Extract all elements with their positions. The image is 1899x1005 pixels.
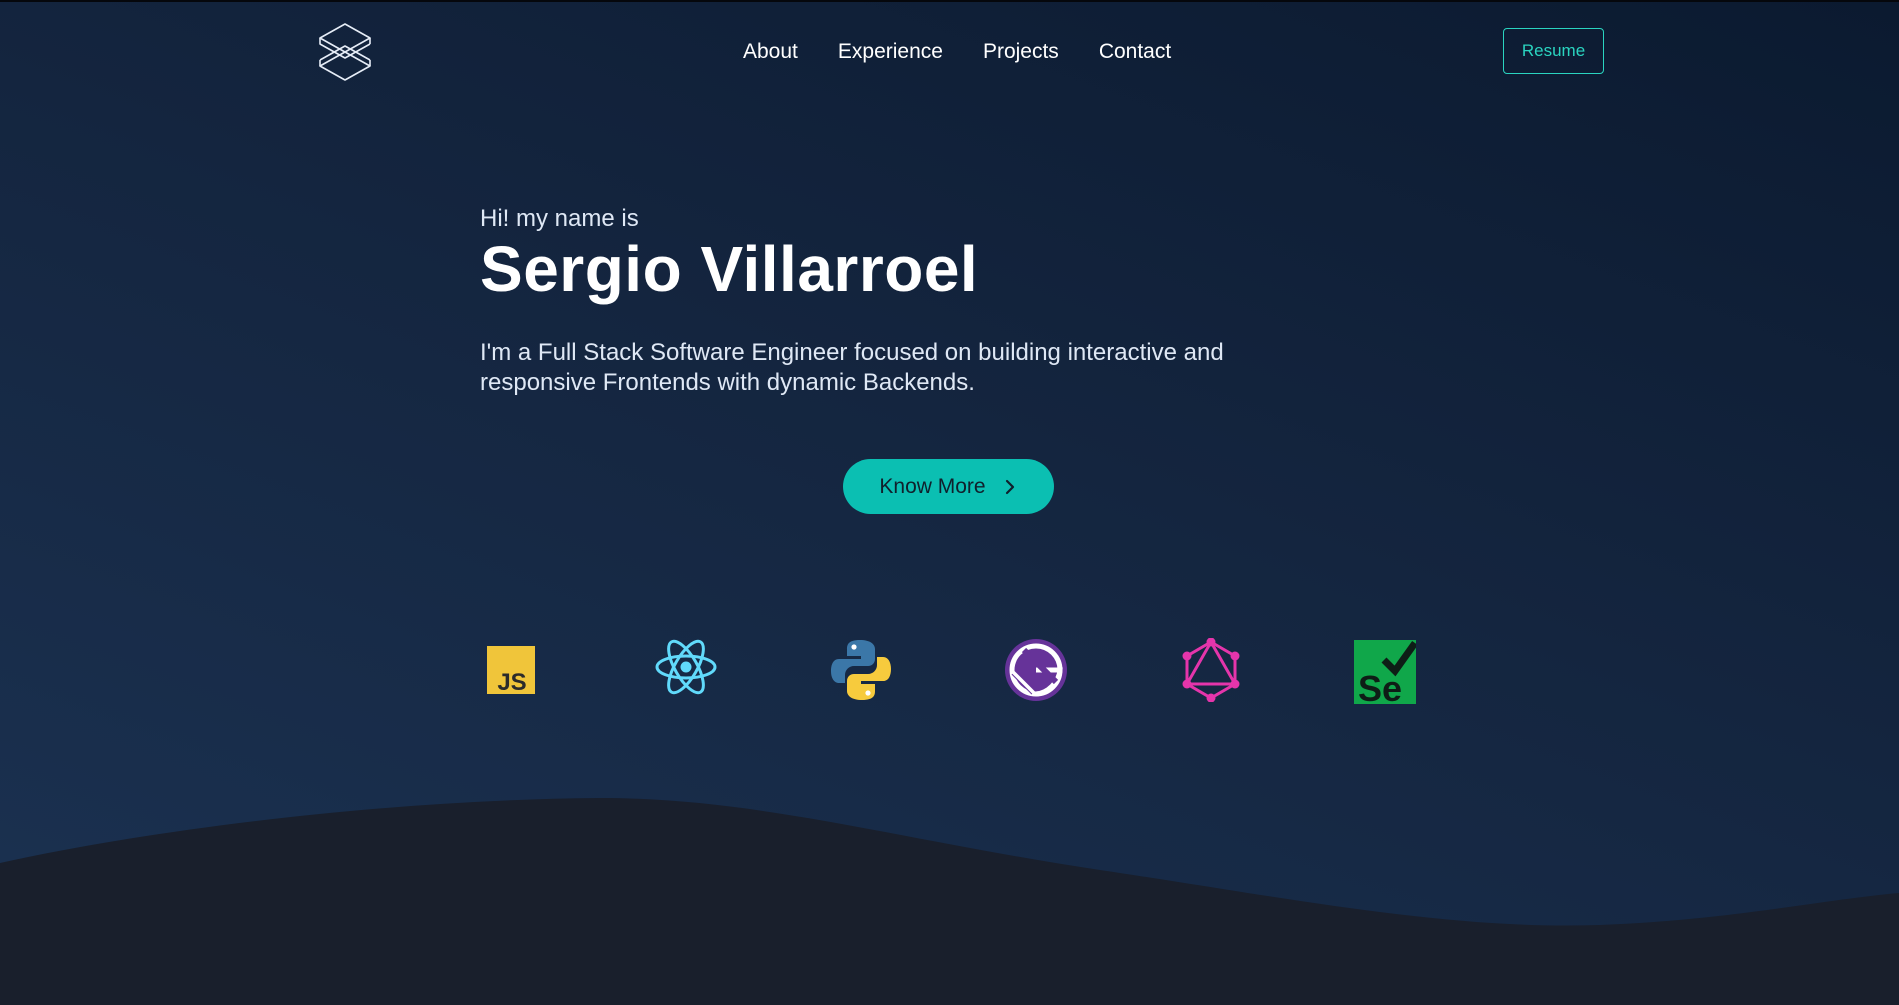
know-more-button[interactable]: Know More [843,459,1054,514]
hero-name: Sergio Villarroel [480,233,979,305]
top-border [0,0,1899,2]
svg-text:Se: Se [1358,668,1402,704]
javascript-icon: JS [487,646,535,696]
nav-experience[interactable]: Experience [838,38,943,66]
graphql-icon [1181,637,1241,703]
nav-projects[interactable]: Projects [983,38,1059,66]
react-icon [654,638,718,696]
hero-greeting: Hi! my name is [480,205,639,232]
nav-about[interactable]: About [743,38,798,66]
bottom-wave [0,798,1899,1005]
main-nav: About Experience Projects Contact [743,38,1171,66]
nav-contact[interactable]: Contact [1099,38,1171,66]
site-logo[interactable] [318,22,372,82]
chevron-right-icon [1005,479,1014,494]
python-icon [829,638,893,702]
gatsby-icon [1004,638,1068,702]
hero-description: I'm a Full Stack Software Engineer focus… [480,339,1224,396]
svg-text:JS: JS [497,669,526,694]
know-more-label: Know More [879,474,986,498]
selenium-icon: Se [1354,640,1418,709]
resume-button[interactable]: Resume [1503,28,1604,74]
